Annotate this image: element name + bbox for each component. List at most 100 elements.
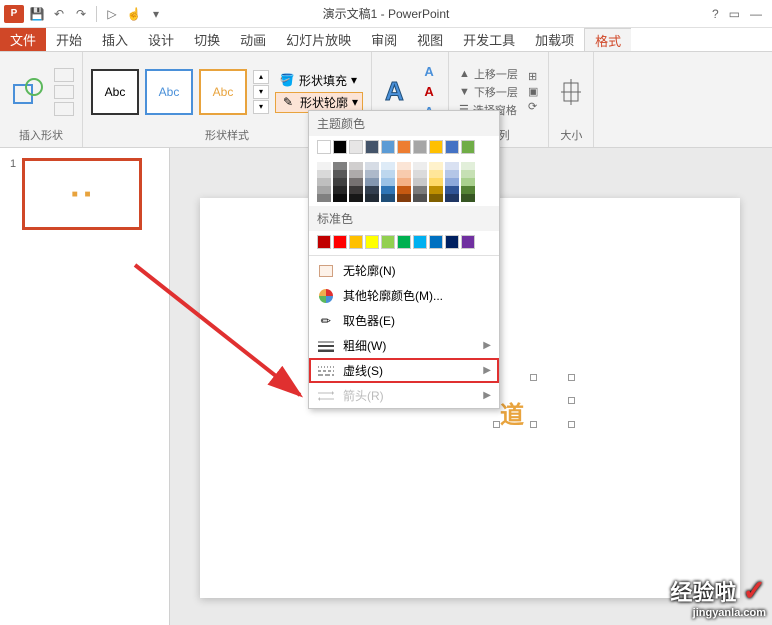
color-swatch[interactable]	[349, 235, 363, 249]
tab-animations[interactable]: 动画	[230, 28, 276, 51]
merge-shapes-button[interactable]	[54, 102, 74, 116]
tab-slideshow[interactable]: 幻灯片放映	[276, 28, 361, 51]
color-swatch[interactable]	[381, 186, 395, 194]
color-swatch[interactable]	[381, 235, 395, 249]
color-swatch[interactable]	[413, 162, 427, 170]
color-swatch[interactable]	[381, 162, 395, 170]
tab-addins[interactable]: 加载项	[525, 28, 584, 51]
color-swatch[interactable]	[317, 140, 331, 154]
text-fill-button[interactable]: A	[418, 63, 440, 81]
align-button[interactable]: ⊞	[526, 70, 540, 83]
color-swatch[interactable]	[349, 162, 363, 170]
color-swatch[interactable]	[317, 162, 331, 170]
color-swatch[interactable]	[413, 170, 427, 178]
color-swatch[interactable]	[461, 235, 475, 249]
edit-shape-button[interactable]	[54, 68, 74, 82]
color-swatch[interactable]	[333, 186, 347, 194]
touch-mode-icon[interactable]: ☝	[125, 5, 143, 23]
tab-view[interactable]: 视图	[407, 28, 453, 51]
help-icon[interactable]: ?	[712, 7, 719, 21]
tab-transitions[interactable]: 切换	[184, 28, 230, 51]
color-swatch[interactable]	[365, 194, 379, 202]
color-swatch[interactable]	[381, 140, 395, 154]
color-swatch[interactable]	[333, 170, 347, 178]
color-swatch[interactable]	[461, 178, 475, 186]
eyedropper-item[interactable]: ✎ 取色器(E)	[309, 308, 499, 333]
shape-style-2[interactable]: Abc	[145, 69, 193, 115]
color-swatch[interactable]	[445, 186, 459, 194]
color-swatch[interactable]	[461, 194, 475, 202]
color-swatch[interactable]	[397, 178, 411, 186]
color-swatch[interactable]	[349, 194, 363, 202]
color-swatch[interactable]	[413, 140, 427, 154]
text-box-button[interactable]	[54, 85, 74, 99]
color-swatch[interactable]	[413, 178, 427, 186]
color-swatch[interactable]	[397, 194, 411, 202]
color-swatch[interactable]	[317, 170, 331, 178]
color-swatch[interactable]	[461, 140, 475, 154]
color-swatch[interactable]	[365, 186, 379, 194]
color-swatch[interactable]	[429, 178, 443, 186]
color-swatch[interactable]	[429, 194, 443, 202]
color-swatch[interactable]	[365, 235, 379, 249]
color-swatch[interactable]	[445, 170, 459, 178]
slide-thumbnail[interactable]: ■ ■	[22, 158, 142, 230]
color-swatch[interactable]	[349, 178, 363, 186]
color-swatch[interactable]	[413, 186, 427, 194]
text-outline-button[interactable]: A	[418, 83, 440, 101]
color-swatch[interactable]	[429, 235, 443, 249]
undo-icon[interactable]: ↶	[50, 5, 68, 23]
color-swatch[interactable]	[445, 235, 459, 249]
shape-fill-button[interactable]: 🪣 形状填充 ▾	[275, 71, 363, 90]
color-swatch[interactable]	[333, 194, 347, 202]
style-scroll-down[interactable]: ▾	[253, 85, 269, 99]
thumbnail-row[interactable]: 1 ■ ■	[10, 158, 159, 230]
rotate-button[interactable]: ⟳	[526, 100, 540, 113]
tab-design[interactable]: 设计	[138, 28, 184, 51]
color-swatch[interactable]	[317, 194, 331, 202]
color-swatch[interactable]	[349, 170, 363, 178]
wordart-gallery[interactable]: A	[380, 72, 412, 112]
color-swatch[interactable]	[365, 178, 379, 186]
color-swatch[interactable]	[445, 162, 459, 170]
shape-style-1[interactable]: Abc	[91, 69, 139, 115]
shapes-gallery-icon[interactable]	[8, 67, 48, 117]
color-swatch[interactable]	[317, 186, 331, 194]
color-swatch[interactable]	[317, 235, 331, 249]
color-swatch[interactable]	[461, 170, 475, 178]
tab-insert[interactable]: 插入	[92, 28, 138, 51]
size-button[interactable]	[557, 72, 585, 112]
color-swatch[interactable]	[429, 162, 443, 170]
color-swatch[interactable]	[397, 140, 411, 154]
color-swatch[interactable]	[317, 178, 331, 186]
color-swatch[interactable]	[397, 235, 411, 249]
color-swatch[interactable]	[381, 178, 395, 186]
color-swatch[interactable]	[381, 194, 395, 202]
style-gallery-expand[interactable]: ▾	[253, 100, 269, 114]
color-swatch[interactable]	[413, 235, 427, 249]
color-swatch[interactable]	[429, 170, 443, 178]
tab-file[interactable]: 文件	[0, 28, 46, 51]
color-swatch[interactable]	[461, 186, 475, 194]
tab-developer[interactable]: 开发工具	[453, 28, 525, 51]
group-button[interactable]: ▣	[526, 85, 540, 98]
start-slideshow-icon[interactable]: ▷	[103, 5, 121, 23]
color-swatch[interactable]	[381, 170, 395, 178]
send-backward-button[interactable]: ▼下移一层	[457, 84, 520, 100]
color-swatch[interactable]	[397, 186, 411, 194]
redo-icon[interactable]: ↷	[72, 5, 90, 23]
minimize-icon[interactable]: —	[750, 7, 762, 21]
color-swatch[interactable]	[333, 162, 347, 170]
ribbon-toggle-icon[interactable]: ▭	[729, 7, 740, 21]
more-outline-colors-item[interactable]: 其他轮廓颜色(M)...	[309, 283, 499, 308]
no-outline-item[interactable]: 无轮廓(N)	[309, 258, 499, 283]
color-swatch[interactable]	[349, 186, 363, 194]
tab-home[interactable]: 开始	[46, 28, 92, 51]
save-icon[interactable]: 💾	[28, 5, 46, 23]
color-swatch[interactable]	[333, 235, 347, 249]
qat-more-icon[interactable]: ▾	[147, 5, 165, 23]
color-swatch[interactable]	[349, 140, 363, 154]
shape-style-3[interactable]: Abc	[199, 69, 247, 115]
color-swatch[interactable]	[461, 162, 475, 170]
color-swatch[interactable]	[445, 140, 459, 154]
